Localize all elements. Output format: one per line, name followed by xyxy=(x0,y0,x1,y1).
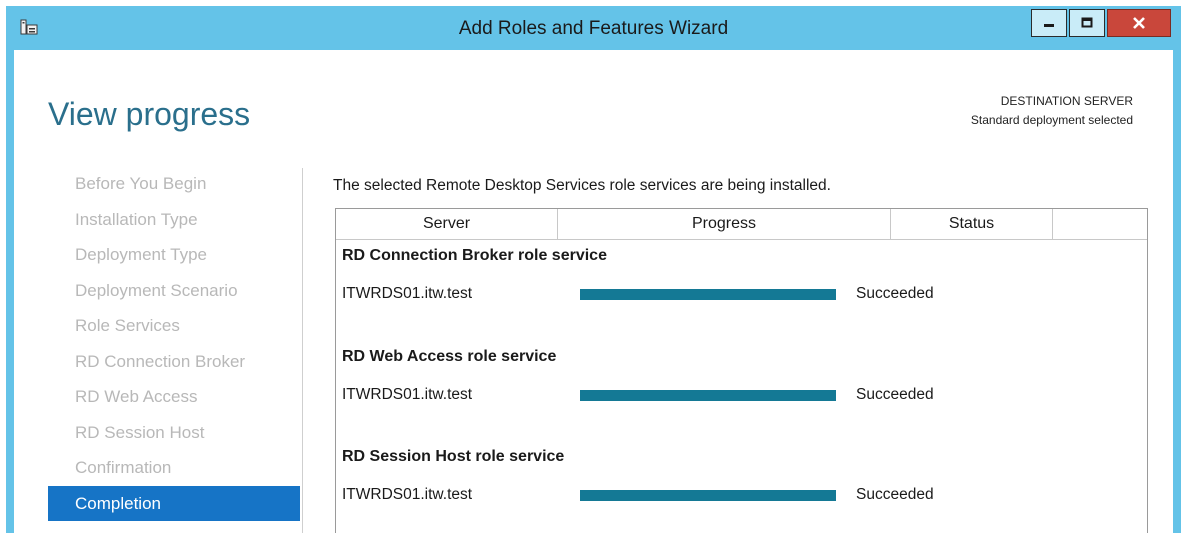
nav-item-rd-connection-broker[interactable]: RD Connection Broker xyxy=(48,344,300,380)
minimize-button[interactable] xyxy=(1031,9,1067,37)
status-text: Succeeded xyxy=(856,386,934,403)
nav-item-rd-session-host[interactable]: RD Session Host xyxy=(48,415,300,451)
wizard-window: Add Roles and Features Wizard View progr… xyxy=(6,6,1181,533)
destination-label: DESTINATION SERVER xyxy=(1000,94,1133,108)
page-title: View progress xyxy=(48,96,251,132)
group-title-connection-broker: RD Connection Broker role service xyxy=(342,247,607,264)
destination-server: DESTINATION SERVER Standard deployment s… xyxy=(971,92,1133,130)
close-button[interactable] xyxy=(1107,9,1171,37)
window-title: Add Roles and Features Wizard xyxy=(458,18,729,39)
nav-item-installation-type[interactable]: Installation Type xyxy=(48,202,300,238)
server-name: ITWRDS01.itw.test xyxy=(342,486,473,503)
nav-item-completion[interactable]: Completion xyxy=(48,485,300,521)
close-icon xyxy=(1133,17,1145,29)
server-name: ITWRDS01.itw.test xyxy=(342,386,473,403)
column-header-extra[interactable] xyxy=(1053,209,1147,239)
nav-item-rd-web-access[interactable]: RD Web Access xyxy=(48,379,300,415)
wizard-nav: Before You Begin Installation Type Deplo… xyxy=(48,166,300,521)
table-header: Server Progress Status xyxy=(336,209,1147,240)
group-title-session-host: RD Session Host role service xyxy=(342,448,565,465)
destination-value: Standard deployment selected xyxy=(970,113,1133,127)
progress-bar-fill xyxy=(580,390,836,401)
nav-item-confirmation[interactable]: Confirmation xyxy=(48,450,300,486)
nav-item-deployment-scenario[interactable]: Deployment Scenario xyxy=(48,273,300,309)
install-intro-text: The selected Remote Desktop Services rol… xyxy=(333,177,831,194)
wizard-content: View progress DESTINATION SERVER Standar… xyxy=(14,50,1173,533)
group-title-web-access: RD Web Access role service xyxy=(342,348,557,365)
maximize-button[interactable] xyxy=(1069,9,1105,37)
column-header-progress[interactable]: Progress xyxy=(558,209,891,239)
progress-bar xyxy=(580,289,836,300)
status-text: Succeeded xyxy=(856,486,934,503)
progress-table: Server Progress Status RD Connection Bro… xyxy=(335,208,1148,533)
nav-item-before-you-begin[interactable]: Before You Begin xyxy=(48,166,300,202)
progress-bar-fill xyxy=(580,490,836,501)
maximize-icon xyxy=(1081,17,1093,28)
column-header-server[interactable]: Server xyxy=(336,209,558,239)
nav-item-role-services[interactable]: Role Services xyxy=(48,308,300,344)
column-header-status[interactable]: Status xyxy=(891,209,1053,239)
minimize-icon xyxy=(1044,24,1054,27)
progress-bar-fill xyxy=(580,289,836,300)
title-bar[interactable]: Add Roles and Features Wizard xyxy=(6,6,1181,50)
nav-item-deployment-type[interactable]: Deployment Type xyxy=(48,237,300,273)
nav-divider xyxy=(302,168,303,533)
server-name: ITWRDS01.itw.test xyxy=(342,285,473,302)
progress-bar xyxy=(580,390,836,401)
progress-bar xyxy=(580,490,836,501)
status-text: Succeeded xyxy=(856,285,934,302)
